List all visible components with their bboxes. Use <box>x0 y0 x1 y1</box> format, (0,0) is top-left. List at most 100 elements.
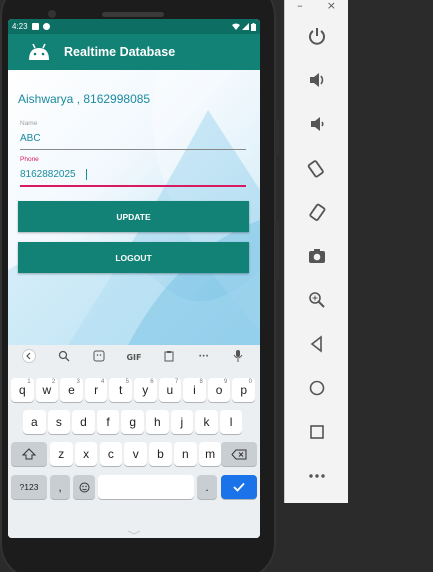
back-icon[interactable] <box>305 332 329 356</box>
key-b[interactable]: b <box>149 442 172 466</box>
phone-underline <box>20 185 246 187</box>
key-label: d <box>80 415 87 429</box>
key-c[interactable]: c <box>99 442 123 466</box>
device-screen: 4:23 Realtime Database Aishwarya , 81629… <box>8 19 260 538</box>
key-label: i <box>193 383 196 397</box>
signal-icon <box>242 23 249 30</box>
key-x[interactable]: x <box>74 442 98 466</box>
key-u[interactable]: u7 <box>158 378 182 402</box>
key-label: g <box>129 415 137 429</box>
key-label: u <box>166 383 174 397</box>
more-icon[interactable] <box>305 464 329 488</box>
name-underline <box>20 149 246 150</box>
key-q[interactable]: q1 <box>11 378 34 402</box>
phone-label: Phone <box>20 156 39 163</box>
key-label: f <box>106 415 110 429</box>
power-icon[interactable] <box>305 24 329 48</box>
period-key[interactable]: . <box>197 475 217 499</box>
key-h[interactable]: h <box>146 410 169 434</box>
zoom-icon[interactable] <box>305 288 329 312</box>
key-hint: 8 <box>199 379 203 385</box>
volume-side-button <box>275 120 279 156</box>
rotate-left-icon[interactable] <box>305 156 329 180</box>
key-w[interactable]: w2 <box>35 378 59 402</box>
front-camera <box>48 10 56 18</box>
key-z[interactable]: z <box>50 442 73 466</box>
key-i[interactable]: i8 <box>183 378 206 402</box>
mic-icon[interactable] <box>228 349 248 365</box>
key-hint: 0 <box>248 379 252 385</box>
key-l[interactable]: l <box>219 410 243 434</box>
key-r[interactable]: r4 <box>84 378 108 402</box>
logout-button[interactable]: LOGOUT <box>18 242 249 273</box>
camera-icon[interactable] <box>305 244 329 268</box>
key-label: e <box>68 383 75 397</box>
clipboard-icon[interactable] <box>159 350 179 365</box>
key-label: t <box>119 383 123 397</box>
emulator-toolbar: – × <box>284 0 348 503</box>
keyboard-toolbar: GIF ··· <box>8 345 260 369</box>
more-icon[interactable]: ··· <box>194 352 214 362</box>
close-button[interactable]: × <box>327 0 336 12</box>
volume-down-icon[interactable] <box>305 112 329 136</box>
backspace-key[interactable] <box>221 442 257 466</box>
key-o[interactable]: o9 <box>207 378 231 402</box>
android-logo-icon <box>29 43 49 60</box>
speaker-grille <box>102 12 164 17</box>
keyboard-row-4: ?123 , . <box>8 475 260 501</box>
enter-key[interactable] <box>221 475 257 499</box>
key-hint: 5 <box>125 379 129 385</box>
status-time: 4:23 <box>12 22 28 31</box>
key-y[interactable]: y6 <box>134 378 157 402</box>
key-label: z <box>58 447 65 461</box>
key-a[interactable]: a <box>23 410 46 434</box>
check-icon <box>233 482 245 492</box>
key-m[interactable]: m <box>198 442 222 466</box>
key-e[interactable]: e3 <box>60 378 83 402</box>
sticker-icon[interactable] <box>89 350 109 365</box>
overview-icon[interactable] <box>305 420 329 444</box>
soft-keyboard: GIF ··· q1w2e3r4t5y6u7i8o9p0 asdfghjkl z… <box>8 345 260 538</box>
volume-up-icon[interactable] <box>305 68 329 92</box>
key-hint: 4 <box>101 379 105 385</box>
key-d[interactable]: d <box>72 410 95 434</box>
keyboard-row-2: as d f ghjkl <box>8 410 260 436</box>
key-label: c <box>107 447 114 461</box>
key-s[interactable]: s <box>47 410 71 434</box>
key-hint: 1 <box>27 379 31 385</box>
text-cursor <box>86 169 87 180</box>
rotate-right-icon[interactable] <box>305 200 329 224</box>
name-field[interactable] <box>20 130 246 146</box>
keyboard-row-3: zxc v b nm <box>8 442 260 468</box>
key-hint: 6 <box>150 379 154 385</box>
minimize-button[interactable]: – <box>297 0 303 12</box>
symbols-key[interactable]: ?123 <box>11 475 47 499</box>
wifi-icon <box>232 23 240 30</box>
key-label: n <box>181 447 189 461</box>
key-hint: 9 <box>224 379 228 385</box>
key-k[interactable]: k <box>195 410 218 434</box>
home-icon[interactable] <box>305 376 329 400</box>
key-v[interactable]: v <box>124 442 147 466</box>
key-hint: 7 <box>174 379 179 385</box>
update-button[interactable]: UPDATE <box>18 201 249 232</box>
notification-icon <box>31 23 39 30</box>
key-label: s <box>55 415 62 429</box>
key-label: b <box>157 447 164 461</box>
key-t[interactable]: t5 <box>109 378 132 402</box>
emoji-key[interactable] <box>73 475 95 499</box>
key-label: k <box>203 415 210 429</box>
comma-key[interactable]: , <box>50 475 70 499</box>
phone-field[interactable] <box>20 166 246 182</box>
key-n[interactable]: n <box>174 442 197 466</box>
search-icon[interactable] <box>54 350 74 365</box>
space-key[interactable] <box>98 475 194 499</box>
shift-key[interactable] <box>11 442 47 466</box>
key-f[interactable]: f <box>96 410 120 434</box>
back-icon[interactable] <box>19 348 39 366</box>
key-p[interactable]: p0 <box>232 378 255 402</box>
key-label: v <box>132 447 139 461</box>
key-g[interactable]: g <box>121 410 144 434</box>
key-j[interactable]: j <box>170 410 194 434</box>
gif-button[interactable]: GIF <box>124 353 144 362</box>
